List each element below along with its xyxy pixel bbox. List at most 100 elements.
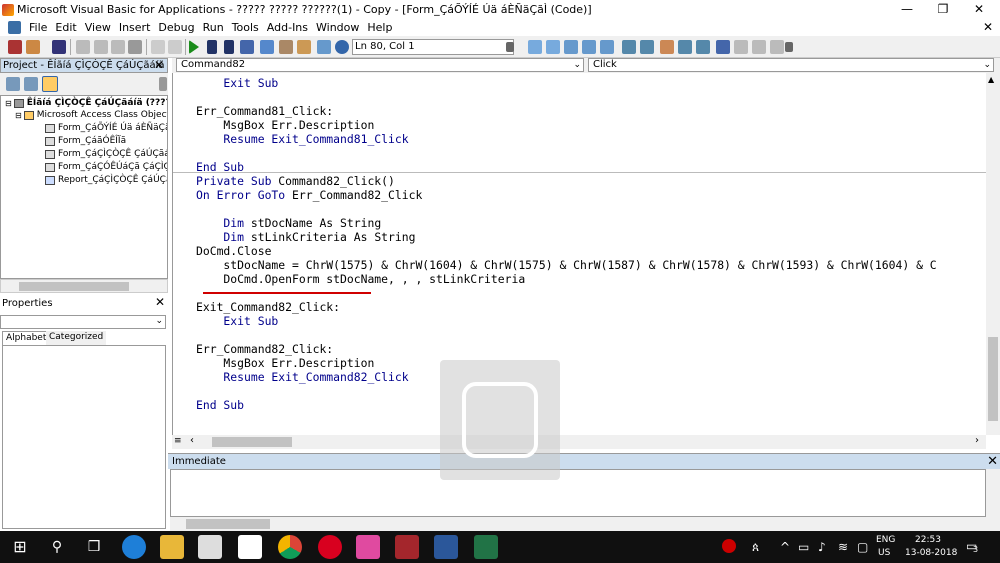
access-icon[interactable] [395, 535, 419, 559]
volume-icon[interactable]: ♪ [818, 540, 826, 554]
immediate-vscroll[interactable] [986, 469, 1000, 531]
code-editor[interactable]: Exit Sub Err_Command81_Click: MsgBox Err.… [172, 73, 986, 435]
tree-item[interactable]: Report_ÇáÇÌÇÒÇÊ ÇáÚÇãáíä [45, 175, 167, 186]
chrome-icon[interactable] [278, 535, 302, 559]
tab-categorized[interactable]: Categorized [46, 331, 107, 345]
toggle-bookmark-icon[interactable] [716, 40, 730, 54]
chevron-down-icon[interactable]: ⌄ [155, 316, 163, 326]
menu-window[interactable]: Window [312, 21, 363, 34]
insert-module-icon[interactable] [26, 40, 40, 54]
toolbar-overflow-icon[interactable] [506, 42, 514, 52]
region-indicator[interactable]: US [878, 548, 890, 558]
code-line[interactable]: Dim stLinkCriteria As String [196, 230, 415, 244]
complete-word-icon[interactable] [640, 40, 654, 54]
project-hscroll[interactable] [0, 279, 168, 293]
restore-button[interactable]: ❐ [926, 0, 960, 19]
paste-icon[interactable] [111, 40, 125, 54]
properties-object-combo[interactable]: ⌄ [0, 315, 166, 329]
opera-icon[interactable] [318, 535, 342, 559]
code-line[interactable]: End Sub [196, 398, 244, 412]
uncomment-block-icon[interactable] [696, 40, 710, 54]
vba-menu-icon[interactable] [8, 21, 21, 34]
tree-item[interactable]: Form_ÇáÇÓÊÚáÇã ÇáÇÌÇÒÇÊ [45, 162, 167, 173]
menu-tools[interactable]: Tools [228, 21, 263, 34]
project-close-icon[interactable]: ✕ [152, 59, 166, 72]
save-icon[interactable] [52, 40, 66, 54]
scroll-right-icon[interactable]: › [975, 435, 979, 446]
menu-run[interactable]: Run [199, 21, 228, 34]
code-hscroll-thumb[interactable] [212, 437, 292, 447]
toggle-folders-icon[interactable] [42, 76, 58, 92]
toggle-breakpoint-icon[interactable] [660, 40, 674, 54]
tree-root[interactable]: ⊟ ÊÍãíá ÇÌÇÒÇÊ ÇáÚÇãáíä (????? [5, 98, 167, 109]
chevron-up-icon[interactable]: ^ [780, 540, 790, 554]
word-icon[interactable] [434, 535, 458, 559]
scroll-up-icon[interactable]: ▲ [988, 75, 994, 84]
language-indicator[interactable]: ENG [876, 535, 895, 545]
code-vscroll-thumb[interactable] [988, 337, 998, 421]
properties-close-icon[interactable]: ✕ [153, 296, 167, 310]
previous-bookmark-icon[interactable] [752, 40, 766, 54]
menu-edit[interactable]: Edit [51, 21, 80, 34]
undo-icon[interactable] [151, 40, 165, 54]
view-access-icon[interactable] [8, 40, 22, 54]
object-browser-icon[interactable] [297, 40, 311, 54]
view-code-icon[interactable] [6, 77, 20, 91]
code-line[interactable]: Exit Sub [196, 314, 278, 328]
meet-now-icon[interactable]: ▢ [857, 540, 868, 554]
immediate-hscroll-thumb[interactable] [186, 519, 270, 529]
redo-icon[interactable] [168, 40, 182, 54]
code-line[interactable]: Exit_Command82_Click: [196, 300, 340, 314]
tree-item[interactable]: Form_ÇáÕÝÍÉ Úä áÈÑäÇãÌ [45, 123, 167, 134]
acrobat-icon[interactable] [356, 535, 380, 559]
menu-debug[interactable]: Debug [154, 21, 198, 34]
scroll-left-icon[interactable]: ‹ [190, 435, 194, 446]
clear-bookmarks-icon[interactable] [770, 40, 784, 54]
store-icon[interactable] [198, 535, 222, 559]
full-module-view-icon[interactable]: ≡ [174, 436, 182, 446]
code-line[interactable]: Private Sub Command82_Click() [196, 174, 395, 188]
tray-app-icon[interactable] [722, 539, 736, 553]
list-properties-icon[interactable] [564, 40, 578, 54]
menu-file[interactable]: File [25, 21, 51, 34]
list-constants-icon[interactable] [582, 40, 596, 54]
code-line[interactable]: DoCmd.OpenForm stDocName, , , stLinkCrit… [196, 272, 525, 286]
task-view-icon[interactable]: ❒ [82, 535, 106, 559]
clock-time[interactable]: 22:53 [915, 535, 941, 545]
wifi-icon[interactable]: ≋ [838, 540, 848, 554]
menu-view[interactable]: View [81, 21, 115, 34]
code-line[interactable]: DoCmd.Close [196, 244, 271, 258]
battery-icon[interactable]: ▭ [798, 540, 809, 554]
code-vscroll[interactable]: ▲ [986, 73, 1000, 435]
clock-date[interactable]: 13-08-2018 [905, 548, 957, 558]
edge-icon[interactable] [122, 535, 146, 559]
cut-icon[interactable] [76, 40, 90, 54]
quick-info-icon[interactable] [600, 40, 614, 54]
help-icon[interactable] [335, 40, 349, 54]
collapse-icon[interactable]: ⊟ [5, 98, 12, 109]
next-bookmark-icon[interactable] [734, 40, 748, 54]
immediate-window[interactable] [170, 469, 986, 517]
find-icon[interactable] [128, 40, 142, 54]
code-line[interactable]: Resume Exit_Command81_Click [196, 132, 408, 146]
menu-insert[interactable]: Insert [115, 21, 155, 34]
parameter-info-icon[interactable] [622, 40, 636, 54]
code-line[interactable]: Resume Exit_Command82_Click [196, 370, 408, 384]
reset-icon[interactable] [224, 40, 234, 54]
copy-icon[interactable] [94, 40, 108, 54]
code-line[interactable]: stDocName = ChrW(1575) & ChrW(1604) & Ch… [196, 258, 936, 272]
code-line[interactable]: On Error GoTo Err_Command82_Click [196, 188, 422, 202]
tree-folder[interactable]: ⊟ Microsoft Access Class Objects [15, 110, 167, 121]
people-icon[interactable]: ጰ [752, 540, 759, 555]
start-windows-icon[interactable]: ⊞ [8, 535, 32, 559]
break-icon[interactable] [207, 40, 217, 54]
menu-add-ins[interactable]: Add-Ins [263, 21, 312, 34]
indent-icon[interactable] [528, 40, 542, 54]
code-line[interactable]: Dim stDocName As String [196, 216, 381, 230]
menu-close-icon[interactable]: ✕ [983, 20, 993, 34]
menu-help[interactable]: Help [363, 21, 396, 34]
close-button[interactable]: ✕ [962, 0, 996, 19]
search-icon[interactable]: ⚲ [45, 535, 69, 559]
run-icon[interactable] [189, 40, 199, 54]
properties-window-icon[interactable] [279, 40, 293, 54]
